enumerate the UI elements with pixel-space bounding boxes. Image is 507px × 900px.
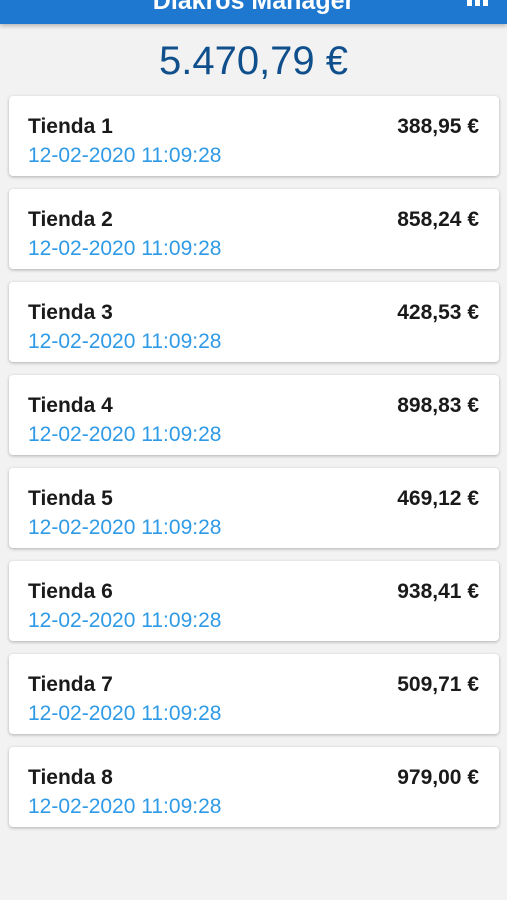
app-bar: Diakros Manager [0, 0, 507, 24]
store-date: 12-02-2020 11:09:28 [28, 237, 222, 260]
store-card[interactable]: Tienda 8 979,00 € 12-02-2020 11:09:28 [9, 747, 499, 827]
store-name: Tienda 8 [28, 766, 113, 789]
store-name: Tienda 2 [28, 208, 113, 231]
bar-chart-icon[interactable] [467, 0, 491, 6]
store-date: 12-02-2020 11:09:28 [28, 423, 222, 446]
store-name: Tienda 3 [28, 301, 113, 324]
store-date: 12-02-2020 11:09:28 [28, 795, 222, 818]
store-date: 12-02-2020 11:09:28 [28, 330, 222, 353]
store-amount: 428,53 € [397, 301, 479, 324]
store-amount: 979,00 € [397, 766, 479, 789]
store-card[interactable]: Tienda 3 428,53 € 12-02-2020 11:09:28 [9, 282, 499, 362]
store-name: Tienda 7 [28, 673, 113, 696]
store-name: Tienda 1 [28, 115, 113, 138]
store-date: 12-02-2020 11:09:28 [28, 609, 222, 632]
store-card[interactable]: Tienda 1 388,95 € 12-02-2020 11:09:28 [9, 96, 499, 176]
app-title: Diakros Manager [152, 0, 355, 15]
store-card[interactable]: Tienda 2 858,24 € 12-02-2020 11:09:28 [9, 189, 499, 269]
store-card[interactable]: Tienda 7 509,71 € 12-02-2020 11:09:28 [9, 654, 499, 734]
total-amount: 5.470,79 € [158, 39, 349, 83]
store-amount: 509,71 € [397, 673, 479, 696]
store-name: Tienda 5 [28, 487, 113, 510]
store-amount: 898,83 € [397, 394, 479, 417]
store-card[interactable]: Tienda 4 898,83 € 12-02-2020 11:09:28 [9, 375, 499, 455]
store-name: Tienda 6 [28, 580, 113, 603]
store-name: Tienda 4 [28, 394, 113, 417]
store-card[interactable]: Tienda 5 469,12 € 12-02-2020 11:09:28 [9, 468, 499, 548]
store-amount: 388,95 € [397, 115, 479, 138]
store-list: Tienda 1 388,95 € 12-02-2020 11:09:28 Ti… [9, 96, 499, 840]
store-card[interactable]: Tienda 6 938,41 € 12-02-2020 11:09:28 [9, 561, 499, 641]
store-date: 12-02-2020 11:09:28 [28, 702, 222, 725]
store-amount: 938,41 € [397, 580, 479, 603]
store-amount: 858,24 € [397, 208, 479, 231]
store-date: 12-02-2020 11:09:28 [28, 516, 222, 539]
store-amount: 469,12 € [397, 487, 479, 510]
store-date: 12-02-2020 11:09:28 [28, 144, 222, 167]
